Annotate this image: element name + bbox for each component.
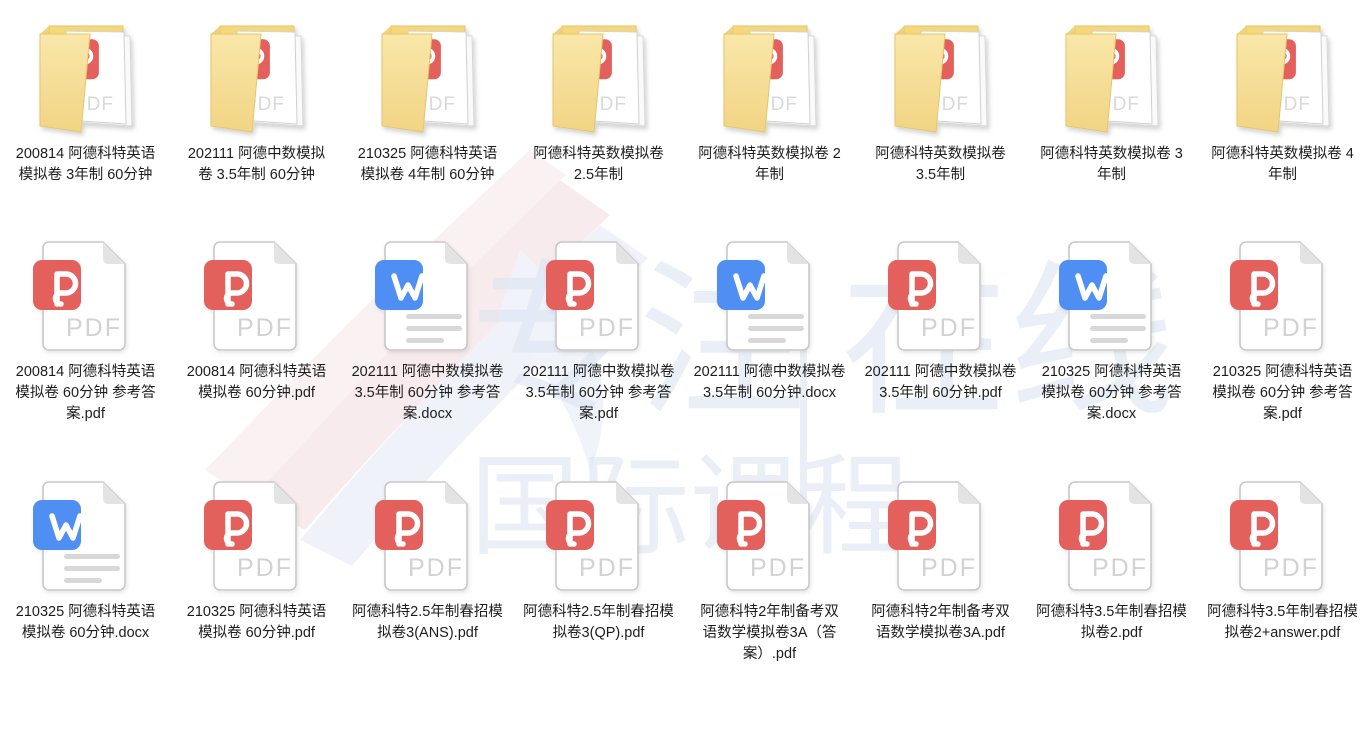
item-label: 210325 阿德科特英语模拟卷 4年制 60分钟 [357, 146, 498, 183]
pdf-file-icon: PDF [539, 476, 659, 596]
pdf-file-item[interactable]: PDF 210325 阿德科特英语模拟卷 60分钟.pdf [171, 470, 342, 732]
item-label: 阿德科特英数模拟卷 2.5年制 [533, 146, 668, 183]
item-label: 阿德科特英数模拟卷 3年制 [1040, 146, 1183, 183]
pdf-file-item[interactable]: PDF 200814 阿德科特英语模拟卷 60分钟 参考答案.pdf [0, 228, 171, 470]
word-file-icon [710, 236, 830, 356]
pdf-file-icon: PDF [1223, 236, 1343, 356]
folder-item[interactable]: PDF 阿德科特英数模拟卷 3年制 [1026, 0, 1197, 228]
svg-text:PDF: PDF [750, 554, 806, 582]
item-label: 202111 阿德中数模拟卷 3.5年制 60分钟 参考答案.docx [351, 364, 508, 422]
file-icon-grid: PDF 200814 阿德科特英语模拟卷 3年制 60分钟 PDF 202111… [0, 0, 1368, 732]
item-label: 阿德科特英数模拟卷 3.5年制 [875, 146, 1010, 183]
item-label: 202111 阿德中数模拟卷 3.5年制 60分钟 参考答案.pdf [522, 364, 679, 422]
word-file-item[interactable]: 202111 阿德中数模拟卷 3.5年制 60分钟.docx [684, 228, 855, 470]
svg-text:PDF: PDF [237, 554, 293, 582]
svg-text:PDF: PDF [921, 554, 977, 582]
pdf-file-item[interactable]: PDF 200814 阿德科特英语模拟卷 60分钟.pdf [171, 228, 342, 470]
word-file-icon [1052, 236, 1172, 356]
folder-item[interactable]: PDF 210325 阿德科特英语模拟卷 4年制 60分钟 [342, 0, 513, 228]
svg-text:PDF: PDF [1263, 554, 1319, 582]
word-file-item[interactable]: 202111 阿德中数模拟卷 3.5年制 60分钟 参考答案.docx [342, 228, 513, 470]
pdf-file-icon: PDF [368, 476, 488, 596]
item-label: 210325 阿德科特英语模拟卷 60分钟.docx [15, 604, 156, 641]
pdf-file-item[interactable]: PDF 210325 阿德科特英语模拟卷 60分钟 参考答案.pdf [1197, 228, 1368, 470]
pdf-file-icon: PDF [881, 476, 1001, 596]
pdf-file-icon: PDF [1223, 476, 1343, 596]
svg-text:PDF: PDF [237, 314, 293, 342]
item-label: 阿德科特2.5年制春招模拟卷3(ANS).pdf [352, 604, 503, 641]
item-label: 阿德科特英数模拟卷 2年制 [698, 146, 841, 183]
item-label: 200814 阿德科特英语模拟卷 60分钟 参考答案.pdf [15, 364, 156, 422]
item-label: 阿德科特2年制备考双语数学模拟卷3A（答案）.pdf [700, 604, 839, 662]
word-file-item[interactable]: 210325 阿德科特英语模拟卷 60分钟 参考答案.docx [1026, 228, 1197, 470]
word-file-item[interactable]: 210325 阿德科特英语模拟卷 60分钟.docx [0, 470, 171, 732]
pdf-file-icon: PDF [197, 476, 317, 596]
folder-with-pdf-icon: PDF [539, 14, 659, 138]
pdf-file-item[interactable]: PDF 阿德科特2年制备考双语数学模拟卷3A（答案）.pdf [684, 470, 855, 732]
word-file-icon [368, 236, 488, 356]
item-label: 210325 阿德科特英语模拟卷 60分钟.pdf [186, 604, 327, 641]
pdf-file-item[interactable]: PDF 阿德科特3.5年制春招模拟卷2+answer.pdf [1197, 470, 1368, 732]
folder-with-pdf-icon: PDF [881, 14, 1001, 138]
item-label: 阿德科特3.5年制春招模拟卷2+answer.pdf [1207, 604, 1358, 641]
item-label: 202111 阿德中数模拟卷 3.5年制 60分钟.pdf [864, 364, 1021, 401]
item-label: 202111 阿德中数模拟卷 3.5年制 60分钟.docx [693, 364, 850, 401]
folder-with-pdf-icon: PDF [1223, 14, 1343, 138]
svg-text:PDF: PDF [66, 314, 122, 342]
item-label: 200814 阿德科特英语模拟卷 3年制 60分钟 [15, 146, 156, 183]
item-label: 阿德科特3.5年制春招模拟卷2.pdf [1036, 604, 1187, 641]
folder-with-pdf-icon: PDF [710, 14, 830, 138]
folder-item[interactable]: PDF 200814 阿德科特英语模拟卷 3年制 60分钟 [0, 0, 171, 228]
pdf-file-item[interactable]: PDF 202111 阿德中数模拟卷 3.5年制 60分钟 参考答案.pdf [513, 228, 684, 470]
folder-item[interactable]: PDF 阿德科特英数模拟卷 2年制 [684, 0, 855, 228]
pdf-file-item[interactable]: PDF 202111 阿德中数模拟卷 3.5年制 60分钟.pdf [855, 228, 1026, 470]
folder-with-pdf-icon: PDF [26, 14, 146, 138]
pdf-file-icon: PDF [1052, 476, 1172, 596]
folder-item[interactable]: PDF 阿德科特英数模拟卷 3.5年制 [855, 0, 1026, 228]
item-label: 阿德科特英数模拟卷 4年制 [1211, 146, 1354, 183]
pdf-file-icon: PDF [26, 236, 146, 356]
folder-with-pdf-icon: PDF [197, 14, 317, 138]
pdf-file-item[interactable]: PDF 阿德科特3.5年制春招模拟卷2.pdf [1026, 470, 1197, 732]
item-label: 阿德科特2.5年制春招模拟卷3(QP).pdf [523, 604, 674, 641]
item-label: 202111 阿德中数模拟卷 3.5年制 60分钟 [187, 146, 326, 183]
svg-text:PDF: PDF [1263, 314, 1319, 342]
item-label: 阿德科特2年制备考双语数学模拟卷3A.pdf [871, 604, 1010, 641]
pdf-file-icon: PDF [710, 476, 830, 596]
svg-text:PDF: PDF [1092, 554, 1148, 582]
item-label: 210325 阿德科特英语模拟卷 60分钟 参考答案.pdf [1212, 364, 1353, 422]
word-file-icon [26, 476, 146, 596]
item-label: 200814 阿德科特英语模拟卷 60分钟.pdf [186, 364, 327, 401]
folder-item[interactable]: PDF 阿德科特英数模拟卷 4年制 [1197, 0, 1368, 228]
svg-text:PDF: PDF [921, 314, 977, 342]
pdf-file-item[interactable]: PDF 阿德科特2.5年制春招模拟卷3(ANS).pdf [342, 470, 513, 732]
pdf-file-icon: PDF [539, 236, 659, 356]
pdf-file-item[interactable]: PDF 阿德科特2年制备考双语数学模拟卷3A.pdf [855, 470, 1026, 732]
svg-text:PDF: PDF [579, 554, 635, 582]
item-label: 210325 阿德科特英语模拟卷 60分钟 参考答案.docx [1041, 364, 1182, 422]
pdf-file-icon: PDF [197, 236, 317, 356]
folder-with-word-icon: PDF [368, 14, 488, 138]
svg-text:PDF: PDF [579, 314, 635, 342]
folder-item[interactable]: PDF 202111 阿德中数模拟卷 3.5年制 60分钟 [171, 0, 342, 228]
pdf-file-icon: PDF [881, 236, 1001, 356]
folder-with-pdf-icon: PDF [1052, 14, 1172, 138]
folder-item[interactable]: PDF 阿德科特英数模拟卷 2.5年制 [513, 0, 684, 228]
svg-text:PDF: PDF [408, 554, 464, 582]
pdf-file-item[interactable]: PDF 阿德科特2.5年制春招模拟卷3(QP).pdf [513, 470, 684, 732]
